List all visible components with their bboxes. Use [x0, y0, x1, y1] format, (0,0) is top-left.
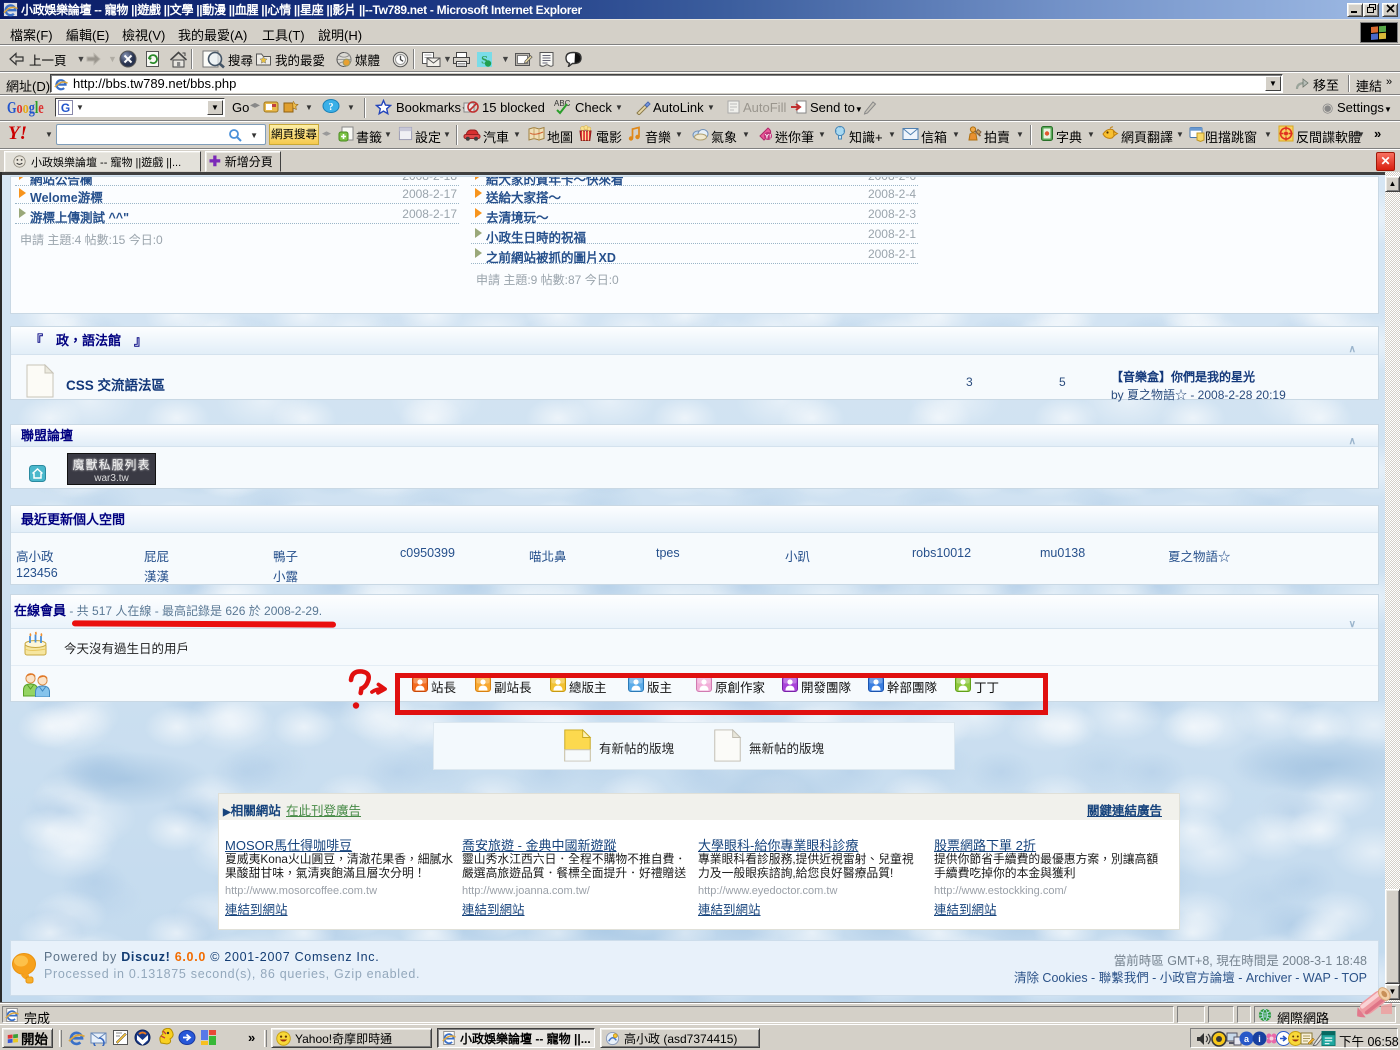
- svg-text:Y!: Y!: [765, 134, 772, 141]
- svg-text:i: i: [1258, 1034, 1261, 1044]
- svg-text:?: ?: [329, 102, 334, 113]
- svg-text:ABC: ABC: [554, 99, 571, 108]
